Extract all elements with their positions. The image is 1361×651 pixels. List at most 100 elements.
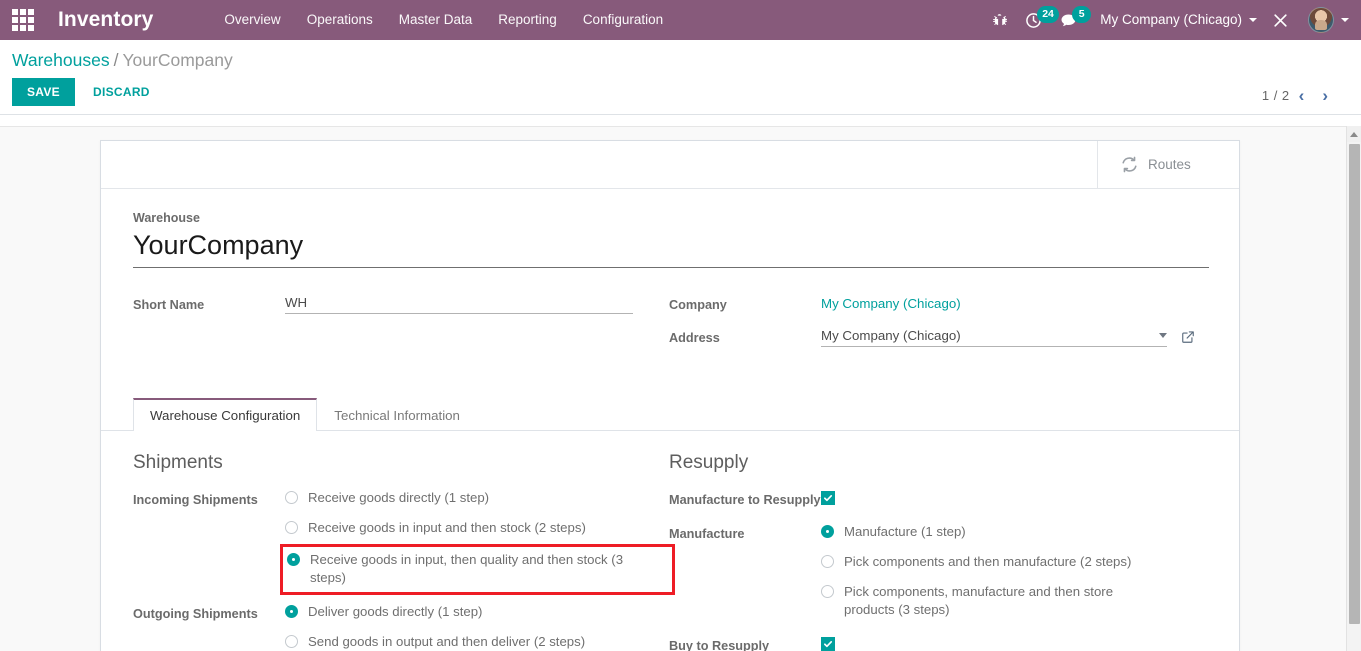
warehouse-name-input[interactable] [133,227,1209,268]
company-switcher[interactable]: My Company (Chicago) [1086,0,1263,40]
menu-overview[interactable]: Overview [211,0,293,40]
form-column-right: Company My Company (Chicago) Address [669,294,1205,360]
form-sheet: Routes Warehouse Short Name [100,140,1240,651]
external-link-icon[interactable] [1181,330,1195,344]
incoming-shipments-radio-group: Receive goods directly (1 step) Receive … [280,489,675,595]
pager-value: 1 / 2 [1261,88,1290,103]
field-row-company: Company My Company (Chicago) [669,294,1205,318]
routes-smart-button[interactable]: Routes [1097,141,1239,188]
outgoing-option-2-steps[interactable]: Send goods in output and then deliver (2… [285,633,669,651]
incoming-option-1-step[interactable]: Receive goods directly (1 step) [285,489,669,507]
pager: 1 / 2 ‹ › [1262,87,1337,104]
outgoing-option-2-steps-label: Send goods in output and then deliver (2… [308,634,586,649]
radio-icon [285,635,298,648]
field-row-address: Address [669,327,1205,351]
radio-icon-selected [821,525,834,538]
manufacture-to-resupply-label: Manufacture to Resupply [669,493,821,507]
vertical-scrollbar[interactable] [1346,126,1361,651]
incoming-option-3-steps[interactable]: Receive goods in input, then quality and… [287,551,666,587]
resupply-group: Resupply Manufacture to Resupply Manufac… [669,451,1205,651]
menu-configuration[interactable]: Configuration [570,0,676,40]
shipments-title: Shipments [133,452,223,473]
form-view-content: Routes Warehouse Short Name [0,126,1361,651]
activities-menu-button[interactable]: 24 [1016,0,1059,40]
shipments-group: Shipments Incoming Shipments Receive goo… [133,451,675,651]
top-navbar: Inventory Overview Operations Master Dat… [0,0,1361,40]
caret-up-icon [1350,131,1358,137]
routes-smart-button-label: Routes [1148,157,1191,172]
menu-master-data[interactable]: Master Data [386,0,486,40]
form-column-left: Short Name [133,294,669,360]
apps-menu-button[interactable] [0,0,46,40]
manufacture-radio-group: Manufacture (1 step) Pick components and… [821,523,1205,619]
incoming-shipments-label: Incoming Shipments [133,493,258,507]
pager-previous-button[interactable]: ‹ [1290,87,1314,104]
radio-icon [821,585,834,598]
smart-button-box: Routes [101,141,1239,189]
resupply-title: Resupply [669,452,749,473]
manufacture-option-2-steps-label: Pick components and then manufacture (2 … [844,554,1132,569]
field-row-outgoing-shipments: Outgoing Shipments Deliver goods directl… [133,603,669,651]
outgoing-option-1-step-label: Deliver goods directly (1 step) [308,604,483,619]
manufacture-option-2-steps[interactable]: Pick components and then manufacture (2 … [821,553,1205,571]
field-row-incoming-shipments: Incoming Shipments Receive goods directl… [133,489,675,595]
discard-button[interactable]: DISCARD [81,78,162,106]
field-row-short-name: Short Name [133,294,669,318]
menu-reporting[interactable]: Reporting [485,0,570,40]
scrollbar-up-button[interactable] [1347,126,1361,142]
notebook-tabs: Warehouse Configuration Technical Inform… [101,398,1239,431]
field-row-manufacture: Manufacture Manufacture (1 step) Pick co… [669,523,1205,619]
apps-grid-icon [12,9,34,31]
radio-icon-selected [285,605,298,618]
pager-next-button[interactable]: › [1313,87,1337,104]
buy-to-resupply-checkbox[interactable] [821,637,835,651]
form-columns: Short Name Company My Company (Chicago) [133,294,1207,360]
manufacture-to-resupply-checkbox[interactable] [821,491,835,505]
avatar [1308,7,1334,33]
tools-x-icon[interactable] [1263,0,1298,40]
manufacture-option-3-steps[interactable]: Pick components, manufacture and then st… [821,583,1205,619]
incoming-option-2-steps-label: Receive goods in input and then stock (2… [308,520,586,535]
tab-technical-information[interactable]: Technical Information [317,398,477,431]
title-block: Warehouse [133,211,1209,268]
company-switcher-label: My Company (Chicago) [1100,12,1242,27]
chevron-down-icon [1249,18,1257,22]
chevron-down-icon [1341,18,1349,22]
manufacture-option-1-step-label: Manufacture (1 step) [844,524,966,539]
scrollbar-thumb[interactable] [1349,144,1360,624]
incoming-option-2-steps[interactable]: Receive goods in input and then stock (2… [285,519,669,537]
tab-warehouse-configuration[interactable]: Warehouse Configuration [133,398,318,431]
breadcrumb-current: YourCompany [122,50,233,70]
menu-operations[interactable]: Operations [294,0,386,40]
address-many2one[interactable] [821,327,1167,347]
short-name-input[interactable] [285,294,633,314]
radio-icon-selected [287,553,300,566]
debug-bug-icon[interactable] [983,0,1016,40]
manufacture-label: Manufacture [669,527,745,541]
field-row-buy-to-resupply: Buy to Resupply [669,635,1205,651]
manufacture-option-1-step[interactable]: Manufacture (1 step) [821,523,1205,541]
user-menu-button[interactable] [1298,7,1353,33]
short-name-label: Short Name [133,298,205,312]
radio-icon [821,555,834,568]
address-input[interactable] [821,327,1153,343]
outgoing-shipments-label: Outgoing Shipments [133,607,258,621]
form-sheet-body: Warehouse Short Name [101,189,1239,370]
outgoing-option-1-step[interactable]: Deliver goods directly (1 step) [285,603,669,621]
messages-menu-button[interactable]: 5 [1051,0,1092,40]
systray: 24 5 My Company (Chicago) [983,0,1361,40]
buy-to-resupply-label: Buy to Resupply [669,639,770,651]
app-brand-inventory[interactable]: Inventory [46,8,159,32]
breadcrumb-warehouses[interactable]: Warehouses [12,50,110,70]
warehouse-title-label: Warehouse [133,211,200,225]
control-panel-buttons: SAVE DISCARD [12,78,1349,106]
chevron-down-icon[interactable] [1159,332,1167,338]
manufacture-option-3-steps-label: Pick components, manufacture and then st… [844,584,1114,617]
radio-icon [285,521,298,534]
radio-icon [285,491,298,504]
refresh-cycle-icon [1120,155,1139,174]
field-row-manufacture-to-resupply: Manufacture to Resupply [669,489,1205,513]
company-value-link[interactable]: My Company (Chicago) [821,294,961,311]
save-button[interactable]: SAVE [12,78,75,106]
incoming-option-1-step-label: Receive goods directly (1 step) [308,490,490,505]
